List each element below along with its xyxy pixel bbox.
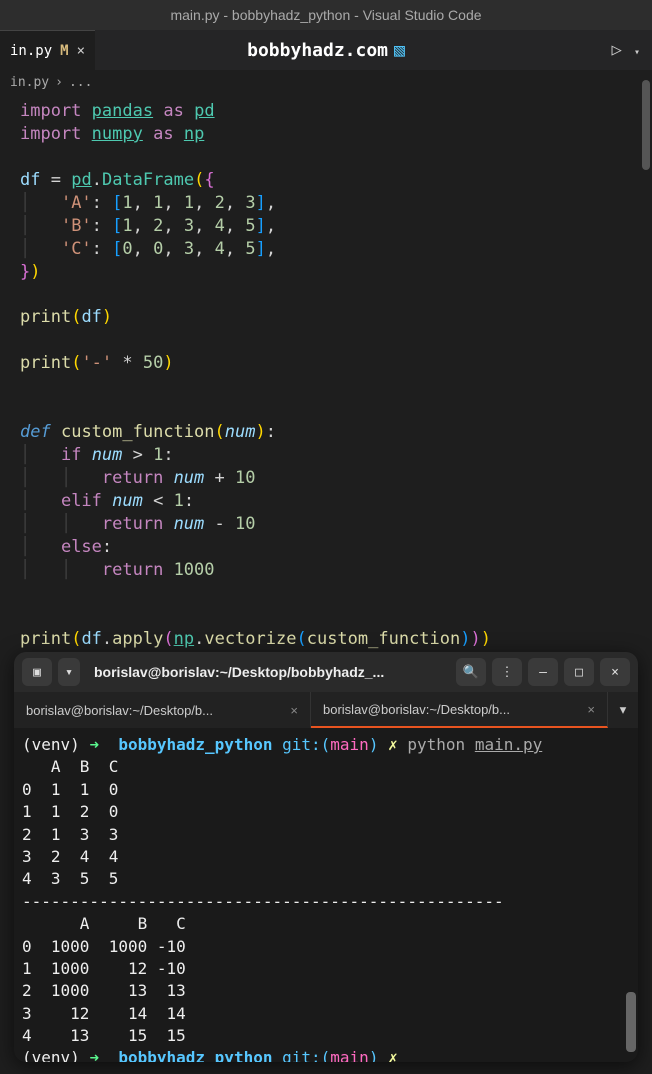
terminal-header: ▣ ▾ borislav@borislav:~/Desktop/bobbyhad…: [14, 652, 638, 692]
terminal-new-tab-button[interactable]: ▣: [22, 658, 52, 686]
run-button[interactable]: ▷ ▾: [611, 40, 640, 60]
terminal-output[interactable]: (venv) ➜ bobbyhadz_python git:(main) ✗ p…: [14, 728, 638, 1062]
editor-tab-bar: in.py M × bobbyhadz.com ▧ ▷ ▾: [0, 30, 652, 70]
cube-icon: ▧: [394, 40, 405, 61]
chevron-down-icon: ▾: [65, 665, 73, 680]
terminal-tab-1[interactable]: borislav@borislav:~/Desktop/b... ×: [14, 692, 311, 728]
terminal-scrollbar[interactable]: [626, 992, 636, 1052]
window-title: main.py - bobbyhadz_python - Visual Stud…: [170, 7, 481, 23]
url-badge: bobbyhadz.com ▧: [247, 40, 405, 61]
terminal-tabs-dropdown[interactable]: ▾: [608, 700, 638, 720]
tab-close-icon[interactable]: ×: [587, 702, 595, 717]
close-icon: ×: [611, 665, 619, 680]
terminal-tab-2[interactable]: borislav@borislav:~/Desktop/b... ×: [311, 692, 608, 728]
tab-filename: in.py: [10, 43, 52, 59]
tab-close-icon[interactable]: ×: [77, 43, 85, 59]
breadcrumb-file: in.py: [10, 75, 49, 90]
chevron-down-icon: ▾: [634, 47, 640, 58]
kebab-icon: ⋮: [501, 665, 514, 680]
tab-close-icon[interactable]: ×: [290, 703, 298, 718]
editor-scrollbar[interactable]: [642, 80, 650, 170]
play-icon: ▷: [611, 40, 621, 60]
code-editor[interactable]: import pandas as pd import numpy as np d…: [0, 94, 652, 657]
maximize-icon: □: [575, 665, 583, 680]
breadcrumb[interactable]: in.py › ...: [0, 70, 652, 94]
terminal-title: borislav@borislav:~/Desktop/bobbyhadz_..…: [86, 664, 450, 680]
close-button[interactable]: ×: [600, 658, 630, 686]
window-title-bar: main.py - bobbyhadz_python - Visual Stud…: [0, 0, 652, 30]
chevron-down-icon: ▾: [618, 700, 628, 720]
breadcrumb-sep: ›: [55, 75, 63, 90]
terminal-window: ▣ ▾ borislav@borislav:~/Desktop/bobbyhad…: [14, 652, 638, 1062]
terminal-icon: ▣: [33, 665, 41, 680]
breadcrumb-more: ...: [69, 75, 92, 90]
minimize-button[interactable]: —: [528, 658, 558, 686]
terminal-tabs: borislav@borislav:~/Desktop/b... × boris…: [14, 692, 638, 728]
maximize-button[interactable]: □: [564, 658, 594, 686]
terminal-dropdown-button[interactable]: ▾: [58, 658, 80, 686]
search-icon: 🔍: [463, 665, 479, 680]
tab-modified-marker: M: [60, 43, 68, 59]
editor-tab-main[interactable]: in.py M ×: [0, 30, 95, 70]
terminal-menu-button[interactable]: ⋮: [492, 658, 522, 686]
terminal-search-button[interactable]: 🔍: [456, 658, 486, 686]
minimize-icon: —: [539, 665, 547, 680]
